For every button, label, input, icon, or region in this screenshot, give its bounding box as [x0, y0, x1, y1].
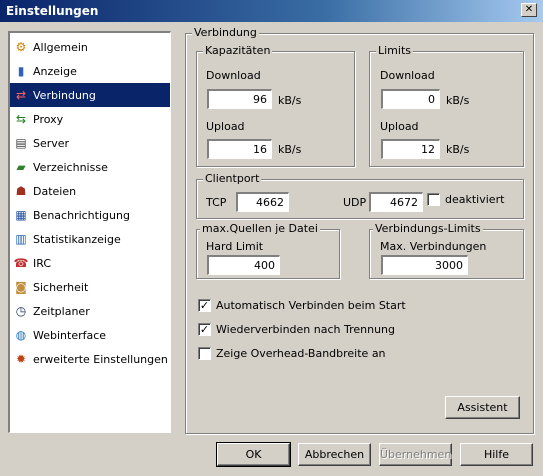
sidebar-item-label: erweiterte Einstellungen [33, 352, 168, 366]
wizard-button[interactable]: Assistent [445, 396, 520, 419]
sidebar-item-label: IRC [33, 256, 52, 270]
sidebar-item-proxy[interactable]: ⇆ Proxy [10, 107, 170, 131]
limits-download-label: Download [380, 69, 435, 82]
option-overhead-bandwidth-label: Zeige Overhead-Bandbreite an [216, 347, 386, 360]
sidebar-item-server[interactable]: ▤ Server [10, 131, 170, 155]
clock-icon: ◷ [15, 304, 27, 318]
tcp-label: TCP [206, 196, 227, 209]
settings-sidebar: ⚙ Allgemein ▮ Anzeige ⇄ Verbindung ⇆ Proxy ▤ Serv… [8, 31, 171, 433]
sidebar-item-label: Verzeichnisse [33, 160, 108, 174]
sidebar-item-webinterface[interactable]: ◍ Webinterface [10, 323, 170, 347]
sidebar-item-label: Proxy [33, 112, 64, 126]
capacities-download-unit: kB/s [278, 94, 302, 107]
hard-limit-label: Hard Limit [206, 240, 264, 253]
option-auto-connect-checkbox[interactable]: ✓ [198, 299, 211, 312]
sidebar-item-label: Server [33, 136, 70, 150]
sidebar-item-anzeige[interactable]: ▮ Anzeige [10, 59, 170, 83]
udp-disabled-checkbox[interactable]: deaktiviert [427, 193, 504, 206]
sidebar-item-label: Allgemein [33, 40, 88, 54]
limits-upload-label: Upload [380, 120, 419, 133]
limits-download-input[interactable] [381, 89, 440, 109]
sidebar-item-allgemein[interactable]: ⚙ Allgemein [10, 35, 170, 59]
option-auto-connect-label: Automatisch Verbinden beim Start [216, 299, 406, 312]
capacities-upload-label: Upload [206, 120, 245, 133]
sidebar-item-statistikanzeige[interactable]: ▥ Statistikanzeige [10, 227, 170, 251]
checkmark-icon: ✓ [199, 299, 210, 312]
lock-icon: ◙ [15, 280, 27, 294]
connection-limits-title: Verbindungs-Limits [373, 222, 483, 236]
display-icon: ▮ [17, 64, 25, 78]
close-button[interactable]: ✕ [521, 3, 537, 17]
sidebar-item-label: Webinterface [33, 328, 107, 342]
server-icon: ▤ [15, 136, 27, 150]
limits-title: Limits [376, 44, 413, 58]
sidebar-item-label: Dateien [33, 184, 77, 198]
sidebar-item-irc[interactable]: ☎ IRC [10, 251, 170, 275]
sidebar-item-benachrichtigung[interactable]: ▦ Benachrichtigung [10, 203, 170, 227]
clientport-group: Clientport TCP UDP deaktiviert [196, 172, 524, 219]
notification-icon: ▦ [15, 208, 27, 222]
close-icon: ✕ [524, 4, 534, 15]
capacities-download-input[interactable] [207, 89, 272, 109]
capacities-upload-unit: kB/s [278, 143, 302, 156]
window-title: Einstellungen [6, 4, 99, 18]
statistics-icon: ▥ [15, 232, 27, 246]
connection-group: Verbindung Kapazitäten Download kB/s Upl… [185, 26, 534, 434]
capacities-download-label: Download [206, 69, 261, 82]
limits-group: Limits Download kB/s Upload kB/s [369, 44, 524, 167]
capacities-upload-input[interactable] [207, 139, 272, 159]
udp-disabled-checkbox-box[interactable] [427, 193, 440, 206]
irc-icon: ☎ [13, 256, 29, 270]
max-sources-title: max.Quellen je Datei [200, 222, 320, 236]
apply-button[interactable]: Übernehmen [379, 443, 452, 466]
globe-icon: ◍ [15, 328, 27, 342]
option-reconnect[interactable]: ✓ Wiederverbinden nach Trennung [198, 323, 395, 336]
sidebar-item-label: Anzeige [33, 64, 77, 78]
checkmark-icon: ✓ [199, 323, 210, 336]
clientport-title: Clientport [203, 172, 262, 186]
files-icon: ☗ [15, 184, 27, 198]
option-overhead-bandwidth-checkbox[interactable] [198, 347, 211, 360]
ok-button[interactable]: OK [216, 442, 291, 467]
sidebar-item-label: Benachrichtigung [33, 208, 130, 222]
udp-label: UDP [343, 196, 367, 209]
help-button[interactable]: Hilfe [460, 443, 533, 466]
max-connections-input[interactable] [381, 255, 468, 275]
sidebar-item-label: Sicherheit [33, 280, 89, 294]
sidebar-item-verzeichnisse[interactable]: ▰ Verzeichnisse [10, 155, 170, 179]
udp-port-input[interactable] [369, 192, 423, 212]
folder-icon: ▰ [16, 160, 26, 174]
sidebar-item-zeitplaner[interactable]: ◷ Zeitplaner [10, 299, 170, 323]
limits-download-unit: kB/s [446, 94, 470, 107]
cancel-button[interactable]: Abbrechen [298, 443, 371, 466]
option-reconnect-checkbox[interactable]: ✓ [198, 323, 211, 336]
capacities-group: Kapazitäten Download kB/s Upload kB/s [196, 44, 355, 167]
sidebar-item-label: Zeitplaner [33, 304, 90, 318]
gear-icon: ⚙ [15, 40, 27, 54]
limits-upload-input[interactable] [381, 139, 440, 159]
sidebar-item-dateien[interactable]: ☗ Dateien [10, 179, 170, 203]
udp-disabled-label: deaktiviert [445, 193, 505, 206]
option-auto-connect[interactable]: ✓ Automatisch Verbinden beim Start [198, 299, 406, 312]
hard-limit-input[interactable] [207, 255, 280, 275]
option-reconnect-label: Wiederverbinden nach Trennung [216, 323, 396, 336]
max-connections-label: Max. Verbindungen [380, 240, 487, 253]
max-sources-group: max.Quellen je Datei Hard Limit [196, 222, 340, 279]
capacities-title: Kapazitäten [203, 44, 273, 58]
connection-limits-group: Verbindungs-Limits Max. Verbindungen [369, 222, 524, 279]
sidebar-item-erweiterte-einstellungen[interactable]: ✹ erweiterte Einstellungen [10, 347, 170, 371]
sidebar-item-sicherheit[interactable]: ◙ Sicherheit [10, 275, 170, 299]
connection-group-title: Verbindung [192, 26, 259, 40]
sidebar-item-label: Verbindung [33, 88, 96, 102]
connection-icon: ⇄ [15, 88, 27, 102]
proxy-icon: ⇆ [15, 112, 27, 126]
sidebar-item-verbindung[interactable]: ⇄ Verbindung [10, 83, 170, 107]
limits-upload-unit: kB/s [446, 143, 470, 156]
advanced-settings-icon: ✹ [15, 352, 27, 366]
window-titlebar[interactable]: Einstellungen ✕ [0, 0, 543, 22]
sidebar-item-label: Statistikanzeige [33, 232, 121, 246]
tcp-port-input[interactable] [236, 192, 289, 212]
option-overhead-bandwidth[interactable]: Zeige Overhead-Bandbreite an [198, 347, 386, 360]
